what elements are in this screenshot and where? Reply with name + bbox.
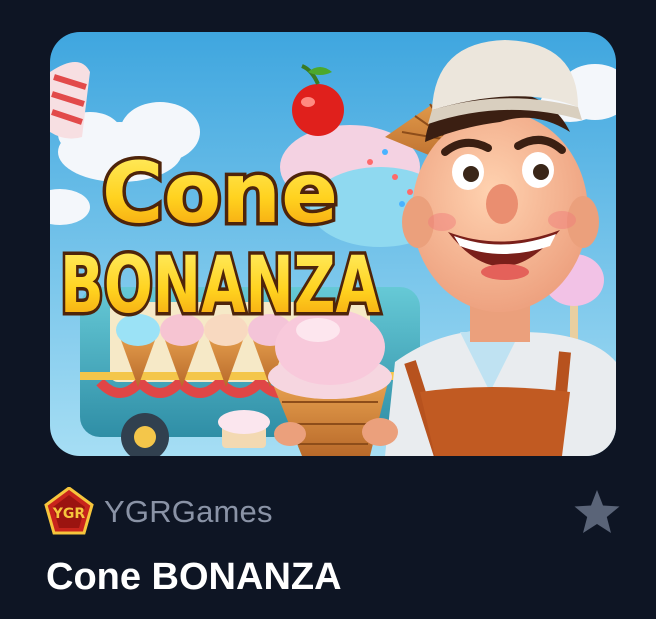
provider-name[interactable]: YGRGames [104,494,273,530]
star-icon [574,490,620,533]
provider-row[interactable]: YGR YGRGames [44,486,273,538]
ygr-logo-icon: YGR [44,487,94,535]
artwork-title-line1: Cone [102,144,338,242]
game-thumbnail[interactable]: Cone BONANZA [50,32,616,456]
game-artwork: Cone BONANZA [50,32,616,456]
provider-logo-text: YGR [52,506,86,522]
favorite-button[interactable] [572,487,622,537]
artwork-title-line2: BONANZA [60,241,380,331]
game-title[interactable]: Cone BONANZA [46,556,342,599]
game-card[interactable]: Cone BONANZA YGR YGRGames Cone BONANZA [0,0,656,619]
